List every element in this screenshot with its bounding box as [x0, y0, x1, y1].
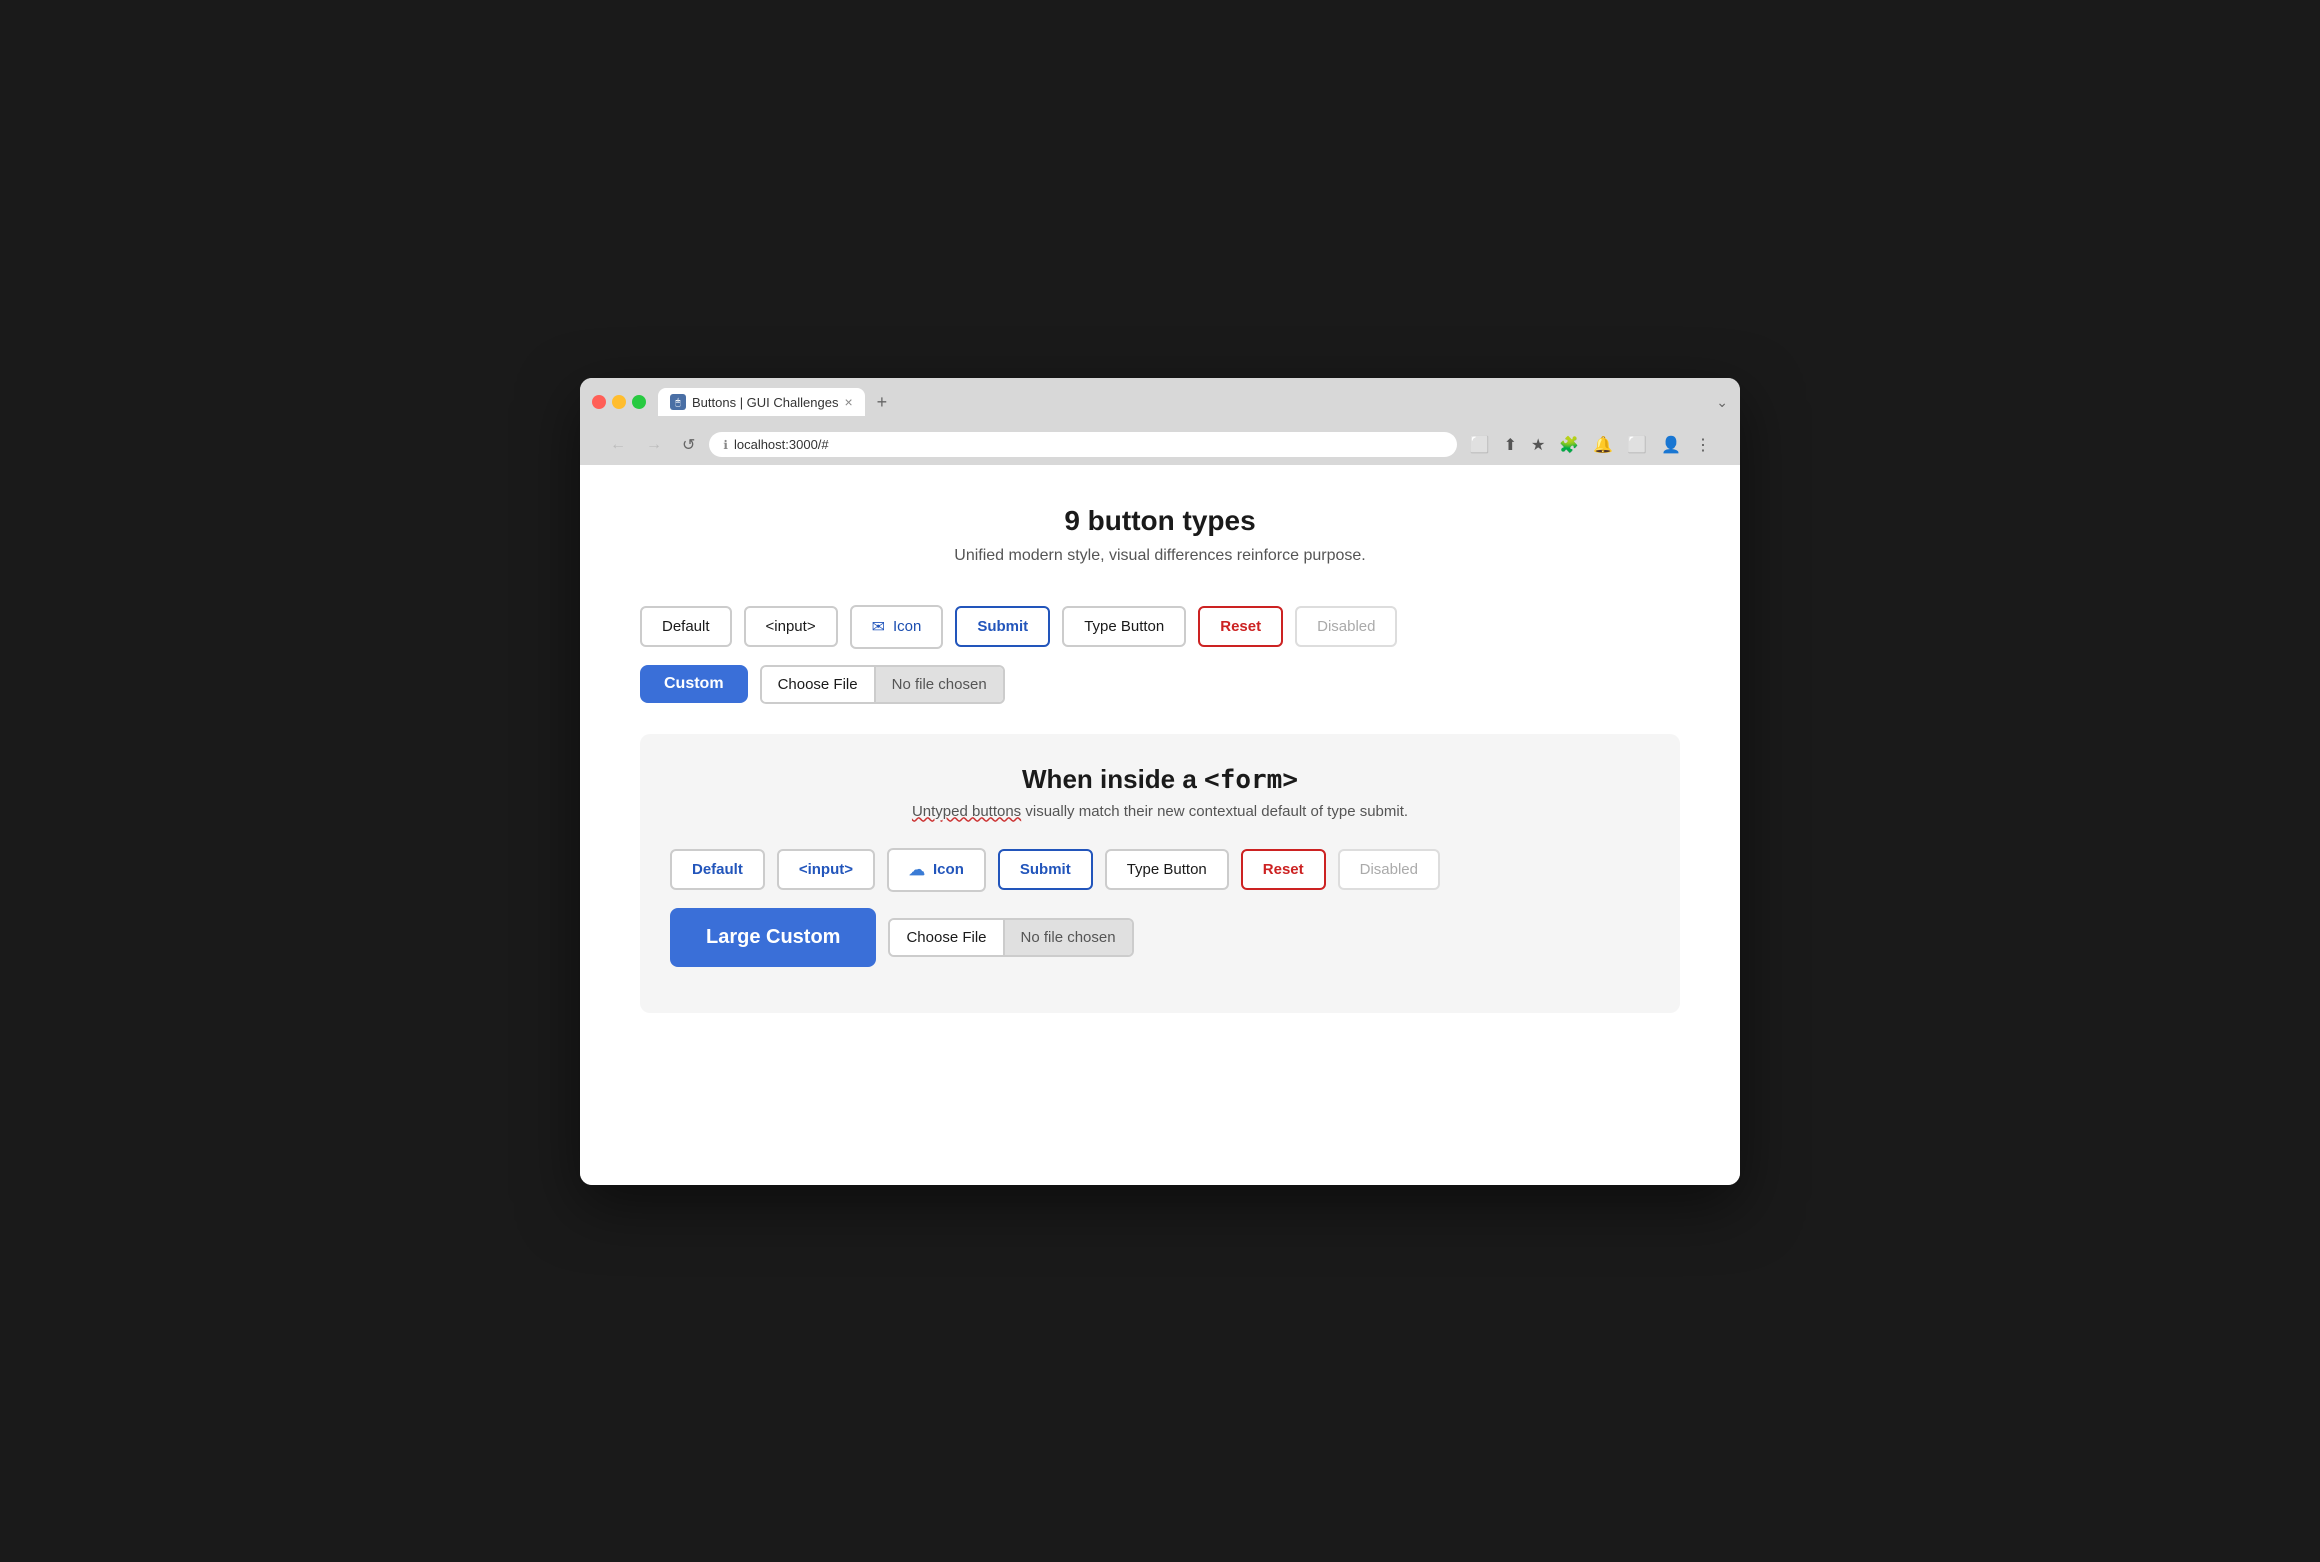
browser-tab[interactable]: 🖱 Buttons | GUI Challenges × [658, 388, 865, 416]
tab-expand-icon: ⌄ [1716, 394, 1728, 411]
disabled-button: Disabled [1295, 606, 1397, 647]
form-reset-button[interactable]: Reset [1241, 849, 1326, 890]
traffic-light-minimize[interactable] [612, 395, 626, 409]
buttons-row-1: Default <input> ✉ Icon Submit Type Butto… [640, 605, 1680, 649]
form-file-input-wrapper: Choose File No file chosen [888, 918, 1133, 957]
address-bar[interactable]: ℹ localhost:3000/# [709, 432, 1456, 457]
bookmark-icon[interactable]: ★ [1526, 431, 1550, 459]
form-type-button[interactable]: Type Button [1105, 849, 1229, 890]
file-input-wrapper: Choose File No file chosen [760, 665, 1005, 704]
mail-icon: ✉ [872, 617, 885, 637]
browser-toolbar: ← → ↺ ℹ localhost:3000/# ⬜ ⬆ ★ 🧩 🔔 ⬜ 👤 ⋮ [592, 425, 1728, 465]
page-content: 9 button types Unified modern style, vis… [580, 465, 1740, 1185]
page-subtitle: Unified modern style, visual differences… [640, 547, 1680, 565]
form-disabled-button: Disabled [1338, 849, 1440, 890]
profile-icon[interactable]: 👤 [1656, 431, 1686, 459]
traffic-light-maximize[interactable] [632, 395, 646, 409]
lock-icon: ℹ [723, 438, 728, 452]
toolbar-actions: ⬜ ⬆ ★ 🧩 🔔 ⬜ 👤 ⋮ [1465, 431, 1716, 459]
traffic-light-close[interactable] [592, 395, 606, 409]
type-button[interactable]: Type Button [1062, 606, 1186, 647]
browser-window: 🖱 Buttons | GUI Challenges × + ⌄ ← → ↺ ℹ… [580, 378, 1740, 1185]
reset-button[interactable]: Reset [1198, 606, 1283, 647]
form-submit-button[interactable]: Submit [998, 849, 1093, 890]
form-icon-button[interactable]: ☁ Icon [887, 848, 986, 892]
icon-button[interactable]: ✉ Icon [850, 605, 944, 649]
form-section-subtitle: Untyped buttons visually match their new… [670, 803, 1650, 820]
titlebar: 🖱 Buttons | GUI Challenges × + ⌄ [592, 388, 1728, 417]
browser-chrome: 🖱 Buttons | GUI Challenges × + ⌄ ← → ↺ ℹ… [580, 378, 1740, 465]
external-link-icon[interactable]: ⬜ [1465, 431, 1495, 459]
traffic-lights [592, 395, 646, 409]
form-section-title: When inside a <form> [670, 764, 1650, 795]
form-buttons-row-2: Large Custom Choose File No file chosen [670, 908, 1650, 967]
submit-button[interactable]: Submit [955, 606, 1050, 647]
choose-file-button[interactable]: Choose File [762, 667, 876, 702]
share-icon[interactable]: ⬆ [1499, 431, 1522, 459]
split-view-icon[interactable]: ⬜ [1622, 431, 1652, 459]
forward-button[interactable]: → [640, 432, 668, 458]
cloud-icon: ☁ [909, 860, 925, 880]
input-button[interactable]: <input> [744, 606, 838, 647]
untyped-buttons-text: Untyped buttons [912, 803, 1021, 820]
tab-bar: 🖱 Buttons | GUI Challenges × + ⌄ [658, 388, 1728, 417]
form-default-button[interactable]: Default [670, 849, 765, 890]
tab-title: Buttons | GUI Challenges [692, 395, 838, 410]
form-buttons-row-1: Default <input> ☁ Icon Submit Type Butto… [670, 848, 1650, 892]
form-choose-file-button[interactable]: Choose File [890, 920, 1004, 955]
url-text: localhost:3000/# [734, 437, 829, 452]
reload-button[interactable]: ↺ [676, 431, 701, 459]
custom-button[interactable]: Custom [640, 665, 748, 703]
tab-close-button[interactable]: × [844, 394, 852, 410]
menu-icon[interactable]: ⋮ [1690, 431, 1716, 459]
large-custom-button[interactable]: Large Custom [670, 908, 876, 967]
back-button[interactable]: ← [604, 432, 632, 458]
default-button[interactable]: Default [640, 606, 732, 647]
notification-icon[interactable]: 🔔 [1588, 431, 1618, 459]
page-title: 9 button types [640, 505, 1680, 537]
form-section: When inside a <form> Untyped buttons vis… [640, 734, 1680, 1013]
no-file-chosen-text: No file chosen [876, 667, 1003, 702]
buttons-row-2: Custom Choose File No file chosen [640, 665, 1680, 704]
new-tab-button[interactable]: + [869, 388, 896, 417]
form-input-button[interactable]: <input> [777, 849, 875, 890]
form-code-tag: <form> [1204, 765, 1298, 795]
extension-icon[interactable]: 🧩 [1554, 431, 1584, 459]
tab-favicon: 🖱 [670, 394, 686, 410]
form-no-file-chosen-text: No file chosen [1005, 920, 1132, 955]
